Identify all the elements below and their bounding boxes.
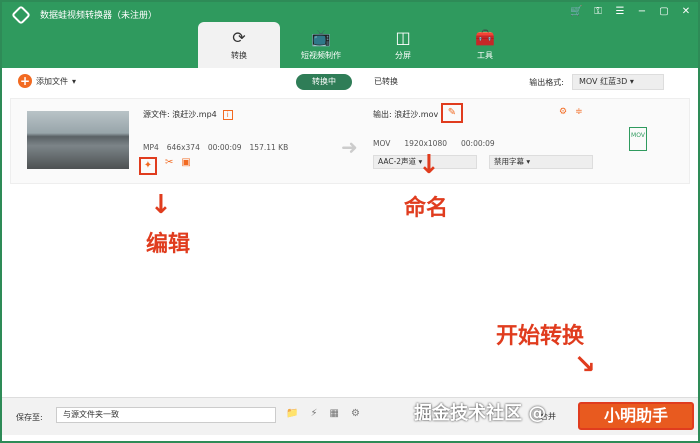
close-icon[interactable]: ✕ [680,6,692,17]
source-resolution: 646x374 [166,143,200,152]
annotation-start: 开始转换 [496,324,585,349]
app-header: 数据蛙视频转换器（未注册） 🛒 ⚿ ☰ − ▢ ✕ ⟳ 转换 📺 短视频制作 ◫… [2,2,698,68]
maximize-icon[interactable]: ▢ [658,6,670,17]
converting-tab[interactable]: 转换中 [296,74,352,90]
rename-icon[interactable]: ✎ [441,103,463,123]
audio-value: AAC-2声道 [378,157,417,166]
tab-convert[interactable]: ⟳ 转换 [198,22,280,68]
app-logo-icon [11,5,31,25]
gear-icon[interactable]: ⚙ [351,408,360,419]
minimize-icon[interactable]: − [636,6,648,17]
converted-tab[interactable]: 已转换 [358,74,414,90]
toolbar: + 添加文件 ▾ 转换中 已转换 输出格式: MOV 红蓝3D ▾ [10,72,690,94]
output-resolution: 1920x1080 [404,139,447,148]
output-format-value: MOV 红蓝3D [579,77,628,86]
source-file-label: 源文件: 浪赶沙.mp4 [143,110,217,119]
cart-icon[interactable]: 🛒 [570,6,582,17]
start-convert-button[interactable]: 小明助手 [578,402,694,430]
video-thumbnail[interactable] [27,111,129,169]
tab-label: 转换 [231,51,247,60]
watermark: 掘金技术社区 @ [414,403,547,424]
window-title: 数据蛙视频转换器（未注册） [40,11,158,21]
plus-icon: + [18,74,32,88]
compress-icon[interactable]: ≑ [575,107,583,117]
bottom-tools: 📁 ⚡ ▦ ⚙ [286,408,360,419]
tab-label: 分屏 [395,51,411,60]
chevron-down-icon: ▾ [72,76,77,86]
hardware-icon[interactable]: ▦ [329,408,338,419]
settings-icon[interactable]: ⚙ [559,107,567,117]
annotation-rename: 命名 [404,196,449,221]
window-controls: 🛒 ⚿ ☰ − ▢ ✕ [570,6,692,17]
output-format: 输出格式: MOV 红蓝3D ▾ [529,74,664,90]
arrow-right-icon: ➜ [341,135,358,159]
cut-icon[interactable]: ✂ [165,157,173,175]
start-arrow-icon: ↘ [574,350,596,380]
output-file: 输出: 浪赶沙.mov [373,110,439,119]
tab-tools[interactable]: 🧰 工具 [444,22,526,68]
save-to-select[interactable]: 与源文件夹一致 [56,407,276,423]
edit-arrow-icon: ↓ [150,190,172,220]
info-icon[interactable]: i [222,110,233,120]
enhance-icon[interactable]: ▣ [181,157,190,175]
output-format: MOV [373,139,391,148]
gpu-off-icon[interactable]: ⚡ [310,408,317,419]
tab-label: 短视频制作 [301,51,341,60]
add-file-button[interactable]: + 添加文件 ▾ [18,74,76,88]
convert-icon: ⟳ [232,28,246,47]
source-duration: 00:00:09 [207,143,242,152]
status-switch: 转换中 已转换 [296,74,414,90]
source-file: 源文件: 浪赶沙.mp4 i [143,109,233,120]
output-format-label: 输出格式: [529,77,564,87]
format-badge[interactable]: MOV [629,127,647,151]
tab-short-video[interactable]: 📺 短视频制作 [280,22,362,68]
split-screen-icon: ◫ [395,28,411,47]
source-format: MP4 [143,143,159,152]
output-meta: MOV 1920x1080 00:00:09 [373,139,495,148]
menu-icon[interactable]: ☰ [614,6,626,17]
tab-split-screen[interactable]: ◫ 分屏 [362,22,444,68]
bottom-bar: 保存至: 与源文件夹一致 📁 ⚡ ▦ ⚙ 合并 小明助手 [2,397,698,435]
key-icon[interactable]: ⚿ [592,6,604,17]
edit-icon[interactable]: ✦ [139,157,157,175]
file-item: 源文件: 浪赶沙.mp4 i MP4 646x374 00:00:09 157.1… [10,98,690,184]
subtitle-select[interactable]: 禁用字幕 ▾ [489,155,593,169]
save-to-value: 与源文件夹一致 [63,410,119,419]
output-format-select[interactable]: MOV 红蓝3D ▾ [572,74,664,90]
save-to-label: 保存至: [16,413,43,422]
source-size: 157.11 KB [249,143,289,152]
add-file-label: 添加文件 [36,76,68,86]
main-tabs: ⟳ 转换 📺 短视频制作 ◫ 分屏 🧰 工具 [198,22,526,68]
tab-label: 工具 [477,51,493,60]
folder-icon[interactable]: 📁 [286,408,298,419]
rename-arrow-icon: ↓ [418,150,440,180]
annotation-edit: 编辑 [146,232,191,257]
subtitle-value: 禁用字幕 [494,157,524,166]
edit-tools: ✦ ✂ ▣ [139,157,191,175]
item-actions: ⚙ ≑ [559,107,583,117]
output-duration: 00:00:09 [461,139,495,148]
track-selects: AAC-2声道 ▾ 禁用字幕 ▾ [373,155,593,169]
tv-icon: 📺 [311,28,331,47]
toolbox-icon: 🧰 [475,28,495,47]
source-meta: MP4 646x374 00:00:09 157.11 KB [143,143,288,152]
